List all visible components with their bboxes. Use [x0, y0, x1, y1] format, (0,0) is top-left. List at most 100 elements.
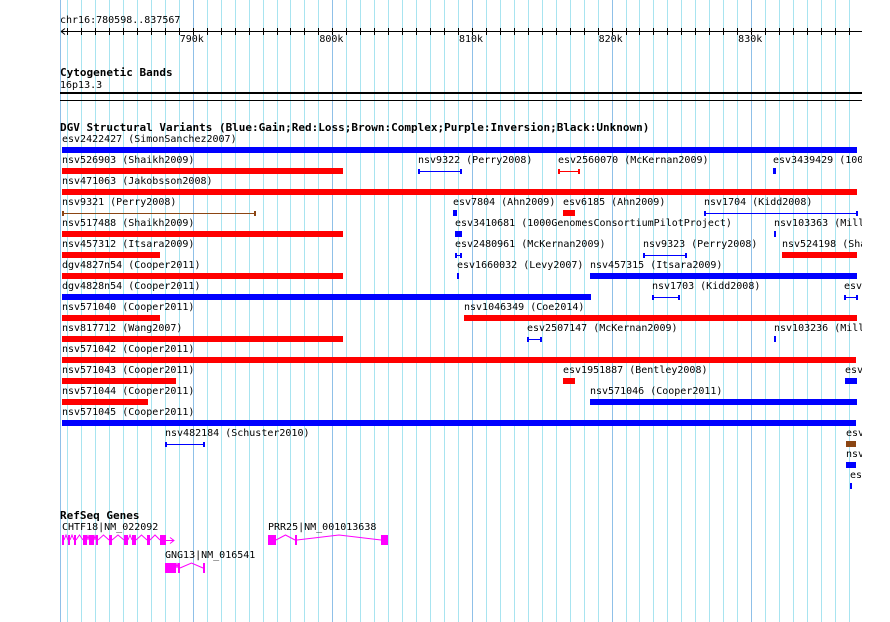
variant-bar[interactable] — [62, 356, 857, 364]
ruler-tick-label: 820k — [598, 34, 623, 45]
variant-label[interactable]: nsv571043 (Cooper2011) — [62, 365, 194, 376]
variant-bar[interactable] — [850, 482, 853, 490]
exon — [203, 563, 205, 573]
variant-span[interactable] — [558, 167, 580, 175]
variant-bar[interactable] — [590, 272, 858, 280]
variant-bar[interactable] — [563, 209, 576, 217]
variant-label[interactable]: nsv1704 (Kidd2008) — [704, 197, 812, 208]
variant-label[interactable]: nsv457312 (Itsara2009) — [62, 239, 194, 250]
ruler-tick-label: 790k — [179, 34, 204, 45]
variant-label[interactable]: nsv9321 (Perry2008) — [62, 197, 176, 208]
variant-label[interactable]: nsv524198 (Shaikh2009) — [782, 239, 862, 250]
variant-bar[interactable] — [782, 251, 858, 259]
variant-label[interactable]: esv1285 — [850, 470, 862, 481]
variant-label[interactable]: nsv526903 (Shaikh2009) — [62, 155, 194, 166]
variant-label[interactable]: nsv1046349 (Coe2014) — [464, 302, 584, 313]
variant-bar[interactable] — [774, 335, 777, 343]
variant-bar[interactable] — [62, 146, 858, 154]
variant-label[interactable]: esv3410681 (1000GenomesConsortiumPilotPr… — [455, 218, 732, 229]
variant-bar[interactable] — [62, 377, 177, 385]
variant-label[interactable]: nsv482184 (Schuster2010) — [165, 428, 310, 439]
ruler-tick-label: 830k — [738, 34, 763, 45]
variant-label[interactable]: dgv4827n54 (Cooper2011) — [62, 260, 200, 271]
variant-label[interactable]: nsv103236 (Mills2006) — [774, 323, 862, 334]
variant-bar[interactable] — [62, 314, 161, 322]
intron — [275, 534, 296, 541]
variant-label[interactable]: esv3439429 (1000Genomes — [773, 155, 862, 166]
exon — [381, 535, 388, 545]
variant-span[interactable] — [527, 335, 542, 343]
variant-label[interactable]: esv26828 — [846, 428, 862, 439]
ruler-tick-label: 810k — [458, 34, 484, 45]
variant-bar[interactable] — [453, 209, 458, 217]
variant-label[interactable]: nsv9323 (Perry2008) — [643, 239, 757, 250]
gene-model[interactable] — [0, 562, 862, 576]
variant-bar[interactable] — [846, 461, 857, 469]
variant-label[interactable]: nsv817712 (Wang2007) — [62, 323, 182, 334]
intron — [175, 562, 179, 569]
variant-bar[interactable] — [563, 377, 576, 385]
variant-label[interactable]: nsv471063 (Jakobsson2008) — [62, 176, 213, 187]
variant-bar[interactable] — [457, 272, 460, 280]
variant-bar[interactable] — [62, 398, 149, 406]
variant-label[interactable]: nsv571045 (Cooper2011) — [62, 407, 194, 418]
variant-label[interactable]: nsv1703 (Kidd2008) — [652, 281, 760, 292]
variant-span[interactable] — [704, 209, 858, 217]
variant-label[interactable]: nsv457315 (Itsara2009) — [590, 260, 722, 271]
variant-span[interactable] — [418, 167, 462, 175]
variant-label[interactable]: nsv571042 (Cooper2011) — [62, 344, 194, 355]
variant-span[interactable] — [844, 293, 858, 301]
variant-bar[interactable] — [846, 440, 857, 448]
variant-label[interactable]: esv33631 — [845, 365, 862, 376]
variant-bar[interactable] — [62, 293, 592, 301]
variant-bar[interactable] — [62, 251, 161, 259]
exon — [178, 563, 180, 573]
variant-bar[interactable] — [774, 230, 777, 238]
variant-label[interactable]: nsv103363 (Mills2006) — [774, 218, 862, 229]
variant-span[interactable] — [455, 251, 462, 259]
intron — [296, 534, 382, 541]
variant-label[interactable]: nsv571040 (Cooper2011) — [62, 302, 194, 313]
variant-label[interactable]: nsv9322 (Perry2008) — [418, 155, 532, 166]
variant-label[interactable]: esv2507147 (McKernan2009) — [527, 323, 678, 334]
exon — [268, 535, 276, 545]
gene-label[interactable]: GNG13|NM_016541 — [165, 550, 255, 561]
variant-bar[interactable] — [62, 167, 344, 175]
variant-span[interactable] — [652, 293, 680, 301]
variant-label[interactable]: nsv517488 (Shaikh2009) — [62, 218, 194, 229]
variant-bar[interactable] — [455, 230, 463, 238]
variant-bar[interactable] — [62, 419, 857, 427]
variant-label[interactable]: esv1951887 (Bentley2008) — [563, 365, 708, 376]
variant-label[interactable]: esv99971 — [844, 281, 862, 292]
gene-model[interactable] — [0, 534, 862, 548]
tracks-area: esv2422427 (SimonSanchez2007) nsv526903 (… — [0, 0, 862, 622]
variant-label[interactable]: nsv82130 — [846, 449, 862, 460]
gene-label[interactable]: CHTF18|NM_022092 — [62, 522, 158, 533]
variant-label[interactable]: esv7804 (Ahn2009) — [453, 197, 555, 208]
variant-bar[interactable] — [464, 314, 858, 322]
variant-bar[interactable] — [62, 335, 344, 343]
variant-label[interactable]: nsv571044 (Cooper2011) — [62, 386, 194, 397]
variant-bar[interactable] — [62, 230, 344, 238]
variant-bar[interactable] — [590, 398, 858, 406]
ruler-tick-label: 800k — [319, 34, 344, 45]
variant-bar[interactable] — [845, 377, 858, 385]
intron — [179, 562, 204, 569]
variant-span[interactable] — [643, 251, 687, 259]
variant-bar[interactable] — [62, 188, 858, 196]
variant-span[interactable] — [62, 209, 256, 217]
variant-bar[interactable] — [62, 272, 344, 280]
exon — [165, 563, 176, 573]
variant-bar[interactable] — [773, 167, 777, 175]
variant-label[interactable]: esv1660032 (Levy2007) — [457, 260, 583, 271]
variant-label[interactable]: esv2422427 (SimonSanchez2007) — [62, 134, 237, 145]
variant-label[interactable]: esv6185 (Ahn2009) — [563, 197, 665, 208]
variant-label[interactable]: esv2560070 (McKernan2009) — [558, 155, 709, 166]
variant-label[interactable]: dgv4828n54 (Cooper2011) — [62, 281, 200, 292]
variant-label[interactable]: nsv571046 (Cooper2011) — [590, 386, 722, 397]
refseq-track-title: RefSeq Genes — [60, 509, 140, 522]
variant-label[interactable]: esv2480961 (McKernan2009) — [455, 239, 606, 250]
exon — [295, 535, 297, 545]
gene-label[interactable]: PRR25|NM_001013638 — [268, 522, 376, 533]
variant-span[interactable] — [165, 440, 205, 448]
